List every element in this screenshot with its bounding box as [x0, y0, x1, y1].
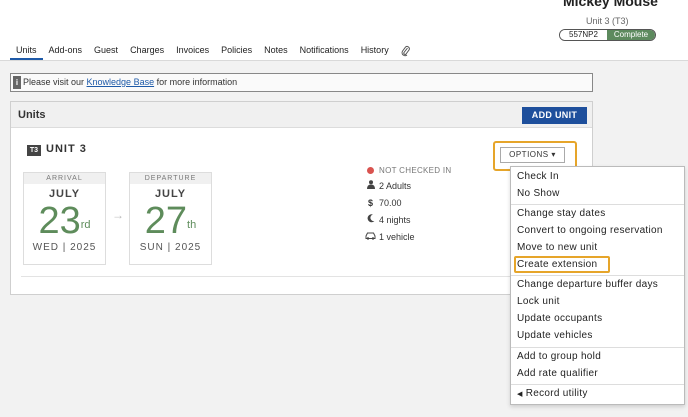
checkin-status: NOT CHECKED IN — [365, 164, 452, 177]
reservation-status-badge: 557NP2 Complete — [559, 29, 656, 41]
arrow-right-icon: → — [112, 208, 124, 222]
units-panel-title: Units — [18, 109, 46, 121]
tab-history[interactable]: History — [355, 44, 395, 60]
departure-label: DEPARTURE — [130, 173, 211, 184]
menu-separator — [511, 275, 684, 276]
menu-item-add-to-group-hold[interactable]: Add to group hold — [511, 349, 684, 365]
info-icon: i — [13, 76, 21, 89]
units-panel-header: Units ADD UNIT — [11, 102, 592, 128]
guest-name: Mickey Mouse — [563, 0, 658, 9]
panel-divider — [21, 276, 521, 277]
nights-count: 4 nights — [379, 215, 411, 225]
menu-item-change-stay-dates[interactable]: Change stay dates — [511, 206, 684, 222]
record-utility-label: Record utility — [525, 388, 588, 399]
confirmation-code: 557NP2 — [560, 30, 607, 40]
tab-add-ons[interactable]: Add-ons — [43, 44, 89, 60]
menu-item-record-utility[interactable]: ◀ Record utility — [511, 386, 684, 402]
knowledge-base-text: Please visit our Knowledge Base for more… — [23, 74, 237, 91]
menu-item-convert-ongoing[interactable]: Convert to ongoing reservation — [511, 223, 684, 239]
menu-item-update-occupants[interactable]: Update occupants — [511, 311, 684, 327]
departure-card: DEPARTURE JULY 27th SUN | 2025 — [129, 172, 212, 265]
adults-row: 2 Adults — [365, 180, 411, 193]
unit-type-badge: T3 — [27, 145, 41, 156]
arrival-month: JULY — [48, 188, 81, 200]
add-unit-button[interactable]: ADD UNIT — [522, 107, 587, 124]
tab-divider — [0, 60, 688, 61]
departure-month: JULY — [154, 188, 187, 200]
adults-count: 2 Adults — [379, 181, 412, 191]
arrival-day-suffix: rd — [80, 219, 91, 231]
arrival-day-number: 23 — [38, 200, 81, 242]
vehicles-row: 1 vehicle — [365, 231, 415, 244]
tab-bar: Units Add-ons Guest Charges Invoices Pol… — [10, 44, 417, 60]
departure-day: 27th — [130, 201, 211, 241]
menu-item-change-buffer-days[interactable]: Change departure buffer days — [511, 277, 684, 293]
arrival-label: ARRIVAL — [24, 173, 105, 184]
status-dot-icon — [365, 164, 376, 177]
tab-guest[interactable]: Guest — [88, 44, 124, 60]
menu-separator — [511, 384, 684, 385]
rate-row: $70.00 — [365, 197, 402, 210]
units-panel: Units ADD UNIT T3 UNIT 3 OPTIONS ▾ ARRIV… — [10, 101, 593, 295]
rate-amount: 70.00 — [379, 198, 402, 208]
tab-policies[interactable]: Policies — [215, 44, 258, 60]
tab-attachments[interactable] — [395, 44, 417, 60]
menu-item-update-vehicles[interactable]: Update vehicles — [511, 328, 684, 344]
menu-item-add-rate-qualifier[interactable]: Add rate qualifier — [511, 366, 684, 382]
tab-units[interactable]: Units — [10, 44, 43, 60]
departure-day-number: 27 — [144, 200, 188, 242]
knowledge-base-link[interactable]: Knowledge Base — [87, 77, 155, 87]
menu-item-check-in[interactable]: Check In — [511, 169, 684, 185]
dollar-icon: $ — [367, 198, 373, 208]
moon-icon — [365, 214, 376, 227]
menu-separator — [511, 204, 684, 205]
nights-row: 4 nights — [365, 214, 411, 227]
kb-prefix: Please visit our — [23, 77, 87, 87]
checkin-status-text: NOT CHECKED IN — [379, 166, 452, 175]
status-complete: Complete — [607, 30, 655, 40]
kb-suffix: for more information — [154, 77, 238, 87]
arrival-card: ARRIVAL JULY 23rd WED | 2025 — [23, 172, 106, 265]
menu-item-no-show[interactable]: No Show — [511, 186, 684, 202]
arrival-day: 23rd — [24, 201, 105, 241]
arrival-weekday: WED | 2025 — [32, 242, 97, 253]
unit-name: UNIT 3 — [46, 143, 87, 155]
menu-item-move-to-new-unit[interactable]: Move to new unit — [511, 240, 684, 256]
options-dropdown-button[interactable]: OPTIONS ▾ — [500, 147, 565, 163]
tab-invoices[interactable]: Invoices — [170, 44, 215, 60]
tab-notifications[interactable]: Notifications — [294, 44, 355, 60]
tab-notes[interactable]: Notes — [258, 44, 294, 60]
car-icon — [365, 231, 376, 244]
departure-day-suffix: th — [187, 219, 197, 231]
unit-subtitle: Unit 3 (T3) — [586, 16, 629, 26]
vehicles-count: 1 vehicle — [379, 232, 415, 242]
paperclip-icon — [401, 46, 410, 57]
caret-left-icon: ◀ — [517, 391, 523, 398]
tab-charges[interactable]: Charges — [124, 44, 170, 60]
departure-weekday: SUN | 2025 — [139, 242, 202, 253]
knowledge-base-banner: i Please visit our Knowledge Base for mo… — [10, 73, 593, 92]
menu-separator — [511, 347, 684, 348]
person-icon — [365, 180, 376, 193]
menu-item-create-extension[interactable]: Create extension — [511, 257, 684, 273]
options-menu: Check In No Show Change stay dates Conve… — [510, 166, 685, 405]
menu-item-lock-unit[interactable]: Lock unit — [511, 294, 684, 310]
